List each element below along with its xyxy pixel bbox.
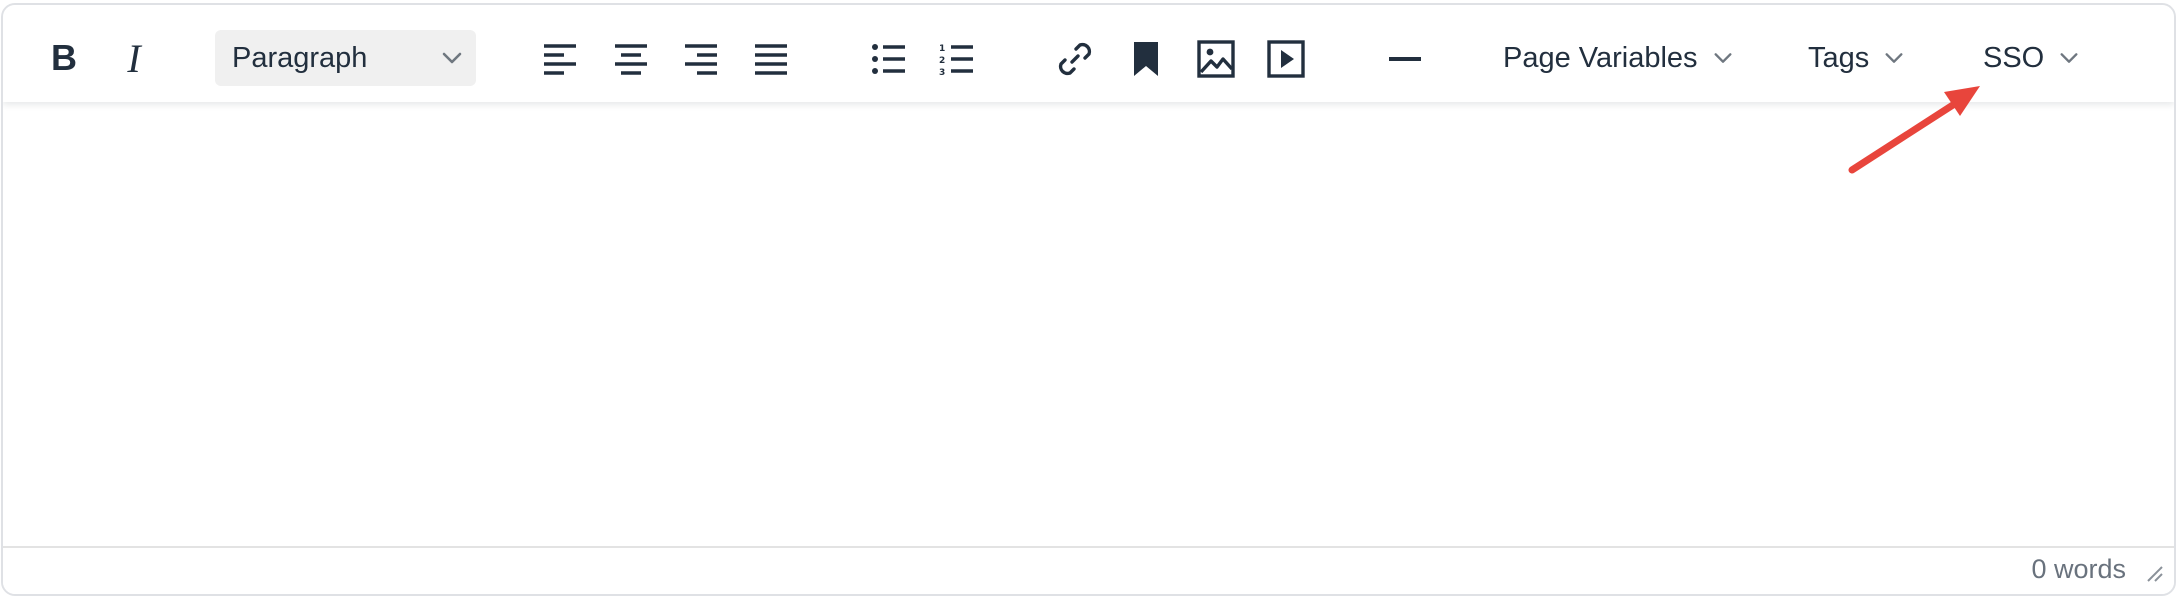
rich-text-editor: B I Paragraph 1 2 3 Page Variables Tags … [1,3,2176,596]
resize-handle-icon[interactable] [2142,561,2164,588]
bold-label: B [51,37,77,78]
block-format-select[interactable]: Paragraph [215,30,476,86]
link-button[interactable] [1052,36,1098,82]
image-icon [1196,39,1236,79]
chevron-down-icon [1883,47,1905,69]
bullet-list-icon [871,42,907,76]
svg-text:3: 3 [939,68,945,76]
chevron-down-icon [1712,47,1734,69]
align-right-icon [683,42,719,76]
svg-text:2: 2 [939,56,945,66]
sso-menu[interactable]: SSO [1983,30,2080,86]
numbered-list-icon: 1 2 3 [939,42,975,76]
align-center-button[interactable] [609,37,653,81]
align-right-button[interactable] [679,37,723,81]
block-format-value: Paragraph [232,42,368,74]
bold-button[interactable]: B [41,35,87,81]
align-left-icon [542,42,578,76]
align-justify-icon [753,42,789,76]
sso-label: SSO [1983,42,2045,74]
italic-button[interactable]: I [111,35,157,81]
svg-text:1: 1 [939,44,945,54]
media-icon [1266,39,1306,79]
chevron-down-icon [2058,47,2080,69]
bookmark-icon [1131,39,1161,79]
bookmark-button[interactable] [1123,36,1169,82]
editor-toolbar: B I Paragraph 1 2 3 Page Variables Tags … [3,5,2174,102]
link-icon [1055,39,1095,79]
page-variables-menu[interactable]: Page Variables [1503,30,1734,86]
horizontal-rule-icon [1387,54,1423,64]
align-center-icon [613,42,649,76]
align-left-button[interactable] [538,37,582,81]
bullet-list-button[interactable] [867,37,911,81]
word-count[interactable]: 0 words [2031,554,2126,585]
editor-statusbar: 0 words [3,546,2174,594]
italic-label: I [127,35,141,81]
insert-media-button[interactable] [1263,36,1309,82]
tags-menu[interactable]: Tags [1808,30,1905,86]
editor-content-area[interactable] [3,102,2174,549]
tags-label: Tags [1808,42,1870,74]
page-variables-label: Page Variables [1503,42,1698,74]
horizontal-rule-button[interactable] [1382,36,1428,82]
insert-image-button[interactable] [1193,36,1239,82]
numbered-list-button[interactable]: 1 2 3 [935,37,979,81]
align-justify-button[interactable] [749,37,793,81]
chevron-down-icon [440,46,464,70]
